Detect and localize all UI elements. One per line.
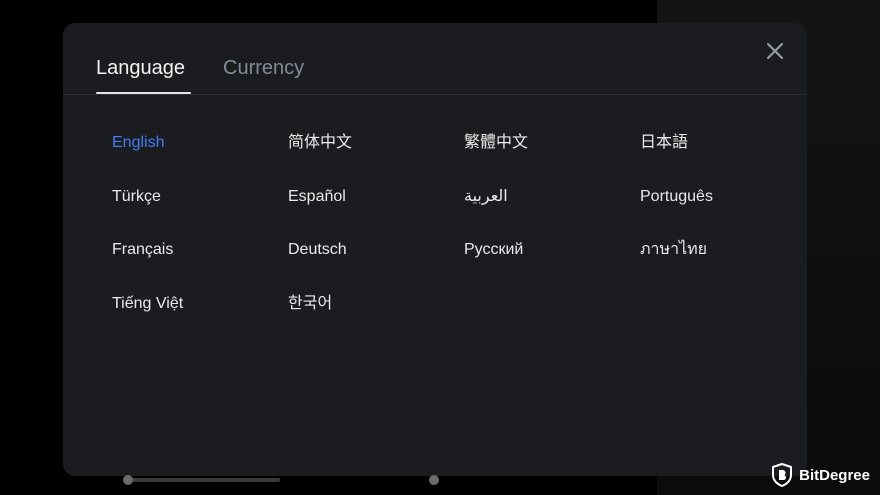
tab-language[interactable]: Language xyxy=(96,55,185,81)
scroll-handle[interactable] xyxy=(429,475,439,485)
language-option-korean[interactable]: 한국어 xyxy=(288,294,332,314)
language-option-english[interactable]: English xyxy=(112,133,164,153)
tab-currency[interactable]: Currency xyxy=(223,55,304,81)
language-option-spanish[interactable]: Español xyxy=(288,187,346,207)
language-option-german[interactable]: Deutsch xyxy=(288,240,347,260)
scroll-handle[interactable] xyxy=(123,475,133,485)
language-option-thai[interactable]: ภาษาไทย xyxy=(640,240,707,260)
active-tab-indicator xyxy=(96,92,191,94)
language-option-traditional-chinese[interactable]: 繁體中文 xyxy=(464,133,528,153)
language-option-vietnamese[interactable]: Tiếng Việt xyxy=(112,294,183,314)
language-currency-modal: Language Currency English 简体中文 繁體中文 日本語 … xyxy=(63,23,807,476)
watermark-text: BitDegree xyxy=(799,466,870,484)
language-option-russian[interactable]: Русский xyxy=(464,240,523,260)
language-option-simplified-chinese[interactable]: 简体中文 xyxy=(288,133,352,153)
language-option-portuguese[interactable]: Português xyxy=(640,187,713,207)
tab-bar: Language Currency xyxy=(63,23,807,95)
language-option-arabic[interactable]: العربية xyxy=(464,187,508,207)
language-option-japanese[interactable]: 日本語 xyxy=(640,133,688,153)
scroll-track xyxy=(124,478,280,482)
language-option-french[interactable]: Français xyxy=(112,240,173,260)
watermark: BitDegree xyxy=(771,463,870,487)
bitdegree-logo-icon xyxy=(771,463,793,487)
language-option-turkish[interactable]: Türkçe xyxy=(112,187,161,207)
